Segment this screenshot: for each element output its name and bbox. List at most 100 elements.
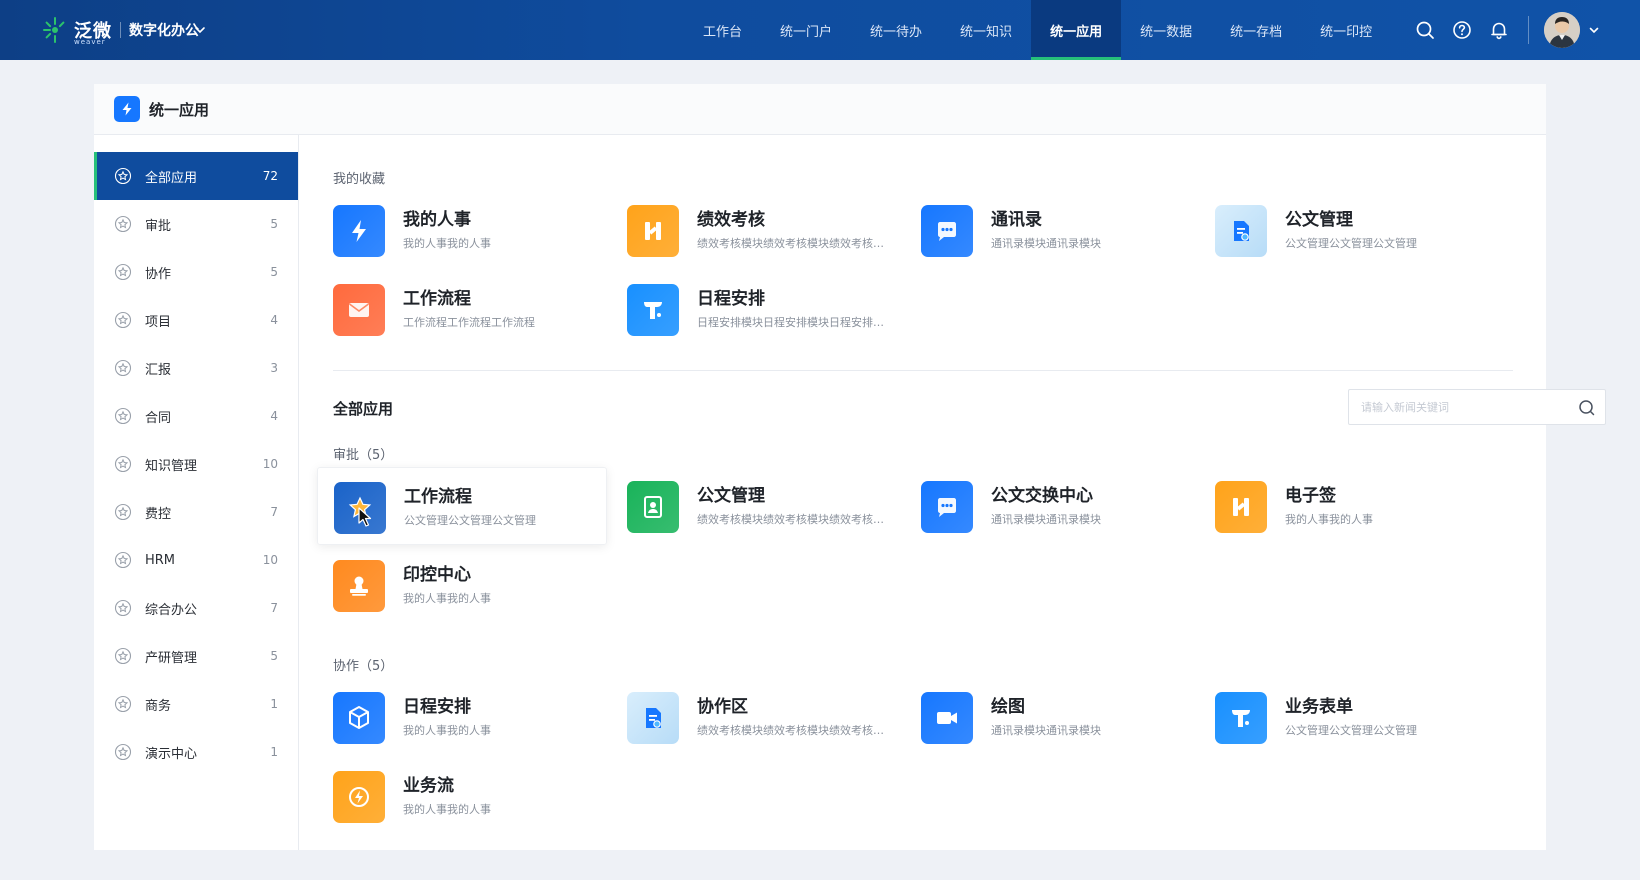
app-card[interactable]: 日程安排 我的人事我的人事 [317,678,607,756]
h-icon [1215,481,1267,533]
sidebar-item[interactable]: 商务 1 [94,680,298,728]
cube-icon [333,692,385,744]
app-card[interactable]: 公文管理 公文管理公文管理公文管理 [1199,191,1489,269]
group-label-approval: 审批（5） [333,448,394,463]
sidebar-item-count: 7 [270,601,278,615]
app-card[interactable]: 绘图通讯录模块通讯录模块 [905,678,1195,756]
app-card[interactable]: 公文管理绩效考核模块绩效考核模块绩效考核模块 [611,467,901,545]
chat-icon [921,205,973,257]
sidebar-item-label: 协作 [145,266,172,282]
app-card[interactable]: 印控中心 我的人事我的人事 [317,546,607,624]
apps-content: 我的收藏 我的人事 我的人事我的人事 绩效考核 绩效考核模块绩效考核模块绩效考核模块通… [299,135,1606,850]
app-name: 公文管理 [697,486,765,506]
app-card[interactable]: 绩效考核绩效考核模块绩效考核模块绩效考核模块 [611,191,901,269]
chevron-down-icon[interactable] [190,20,210,40]
app-card[interactable]: 业务表单 公文管理公文管理公文管理 [1199,678,1489,756]
nav-item-apps[interactable]: 统一应用 [1031,0,1122,60]
app-card[interactable]: 电子签 我的人事我的人事 [1199,467,1489,545]
app-card[interactable]: 公文交换中心 通讯录模块通讯录模块 [905,467,1195,545]
chevron-down-icon[interactable] [1584,20,1604,40]
app-name: 工作流程 [404,487,472,507]
nav-item-workbench[interactable]: 工作台 [684,0,761,60]
sidebar-item[interactable]: 协作 5 [94,248,298,296]
sidebar-item[interactable]: 汇报 3 [94,344,298,392]
sidebar-item-label: 费控 [145,506,172,522]
nav-item-data[interactable]: 统一数据 [1121,0,1211,60]
search-icon[interactable] [1414,19,1436,41]
app-name: 业务表单 [1285,697,1353,717]
app-card[interactable]: 业务流 我的人事我的人事 [317,757,607,835]
app-card[interactable]: 协作区 绩效考核模块绩效考核模块绩效考核模块 [611,678,901,756]
sidebar-item[interactable]: 知识管理 10 [94,440,298,488]
search-input[interactable] [1361,390,1571,424]
sidebar-item-count: 5 [270,265,278,279]
nav-item-seal[interactable]: 统一印控 [1301,0,1391,60]
help-icon[interactable] [1451,19,1473,41]
app-description: 我的人事我的人事 [403,724,491,737]
h-icon [627,205,679,257]
app-description: 绩效考核模块绩效考核模块绩效考核模块 [697,513,893,526]
t-icon [1215,692,1267,744]
group-label-collaboration: 协作（5） [333,659,394,674]
star-circle-icon [114,455,132,473]
nav-item-todo[interactable]: 统一待办 [851,0,941,60]
star-circle-icon [114,311,132,329]
nav-item-portal[interactable]: 统一门户 [761,0,851,60]
brand-english: weaver [74,38,106,46]
sidebar-item[interactable]: 合同 4 [94,392,298,440]
sidebar-item[interactable]: 演示中心 1 [94,728,298,776]
star-circle-icon [114,407,132,425]
app-description: 通讯录模块通讯录模块 [991,724,1101,737]
page-title: 统一应用 [149,100,210,119]
sidebar-item[interactable]: 审批 5 [94,200,298,248]
sidebar-item[interactable]: 全部应用 72 [94,152,298,200]
app-description: 日程安排模块日程安排模块日程安排模块 [697,316,893,329]
sidebar-item[interactable]: HRM 10 [94,536,298,584]
sidebar-item-count: 5 [270,217,278,231]
brand-logo[interactable]: 泛微 weaver 数字化办公 [42,12,199,48]
weaver-logo-icon [42,15,72,45]
apps-panel: 统一应用 全部应用 72 审批 5 协作 5 项目 4 汇报 3 合同 4 知识管理 10 费控 7 HRM 10… [94,84,1606,850]
app-name: 电子签 [1285,486,1336,506]
star-icon [334,482,386,534]
bolt-icon [114,96,140,122]
app-name: 印控中心 [403,565,471,585]
star-circle-icon [114,167,132,185]
app-card[interactable]: 日程安排 日程安排模块日程安排模块日程安排模块 [611,270,901,348]
mail-icon [333,284,385,336]
sidebar-item-count: 10 [262,457,278,471]
avatar[interactable] [1544,12,1580,48]
search-icon[interactable] [1577,398,1597,418]
star-circle-icon [114,695,132,713]
sidebar-item-count: 4 [270,409,278,423]
app-name: 绘图 [991,697,1025,717]
app-description: 绩效考核模块绩效考核模块绩效考核模块 [697,237,893,250]
star-circle-icon [114,647,132,665]
app-description: 工作流程工作流程工作流程 [403,316,535,329]
star-circle-icon [114,503,132,521]
sidebar-item[interactable]: 综合办公 7 [94,584,298,632]
chat-icon [921,481,973,533]
toolbar-divider [1528,16,1529,44]
sidebar-item[interactable]: 项目 4 [94,296,298,344]
sidebar-item-label: 产研管理 [145,650,198,666]
star-circle-icon [114,743,132,761]
sidebar-item[interactable]: 产研管理 5 [94,632,298,680]
star-circle-icon [114,215,132,233]
app-description: 公文管理公文管理公文管理 [404,514,536,527]
sidebar-item-count: 4 [270,313,278,327]
all-apps-title: 全部应用 [333,400,394,418]
bell-icon[interactable] [1488,19,1510,41]
sidebar-item[interactable]: 费控 7 [94,488,298,536]
nav-item-archive[interactable]: 统一存档 [1211,0,1301,60]
app-card[interactable]: 我的人事 我的人事我的人事 [317,191,607,269]
app-card[interactable]: 工作流程公文管理公文管理公文管理 [317,467,607,545]
app-name: 绩效考核 [697,210,765,230]
app-card[interactable]: 工作流程 工作流程工作流程工作流程 [317,270,607,348]
app-description: 公文管理公文管理公文管理 [1285,237,1417,250]
sidebar-item-count: 7 [270,505,278,519]
nav-item-knowledge[interactable]: 统一知识 [941,0,1031,60]
sidebar-item-label: 综合办公 [145,602,198,618]
app-card[interactable]: 通讯录 通讯录模块通讯录模块 [905,191,1195,269]
sidebar-item-label: 项目 [145,314,172,330]
